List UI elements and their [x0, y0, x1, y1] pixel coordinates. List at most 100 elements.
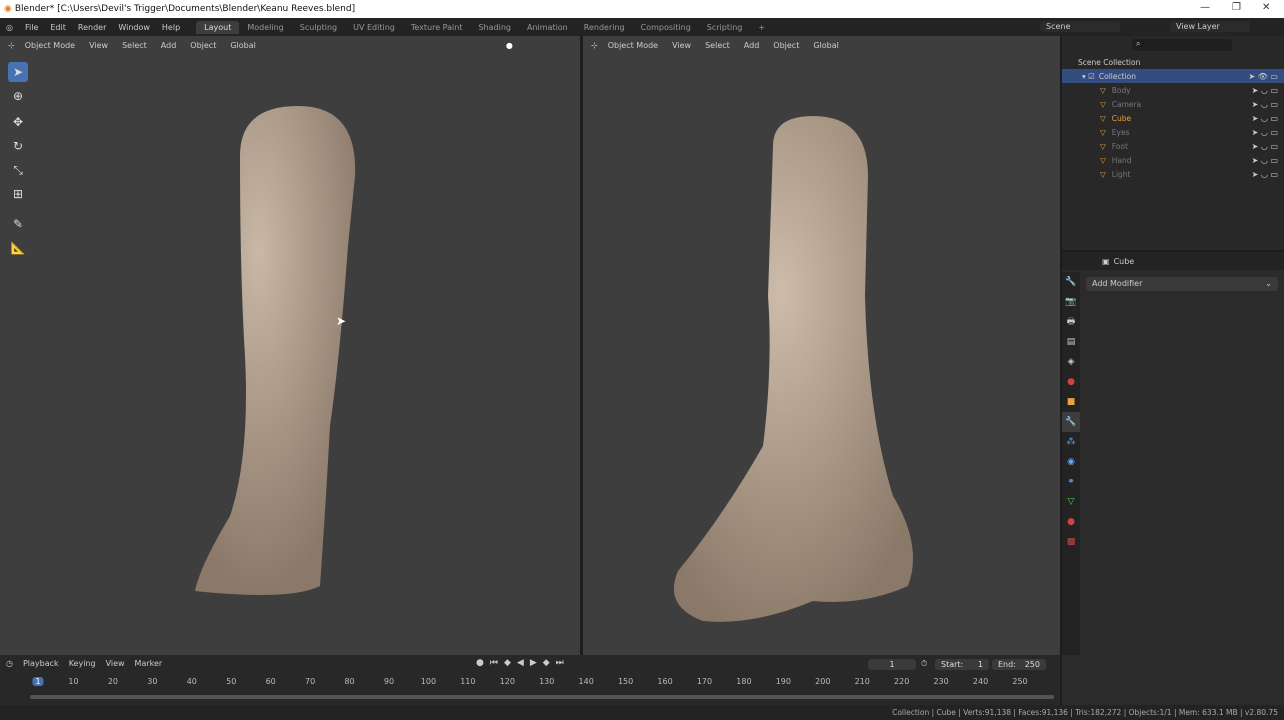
outliner-item[interactable]: ▽ Foot ➤ ◡ ▭	[1062, 139, 1284, 153]
visibility-icons[interactable]: ➤ 👁 ▭	[1248, 72, 1278, 81]
tab-uv-editing[interactable]: UV Editing	[345, 21, 403, 34]
outliner-item[interactable]: ▽ Cube ➤ ◡ ▭	[1062, 111, 1284, 125]
viewport-left[interactable]: ⊹ Object Mode View Select Add Object Glo…	[0, 36, 580, 655]
jump-start-button[interactable]: ⏮	[490, 658, 498, 668]
stopwatch-icon[interactable]: ⏱	[921, 659, 927, 669]
tool-tab-icon[interactable]: 🔧	[1062, 272, 1080, 292]
current-frame-marker[interactable]: 1	[32, 677, 44, 686]
output-tab-icon[interactable]: 🖶	[1062, 312, 1080, 332]
menu-render[interactable]: Render	[72, 23, 112, 32]
prev-keyframe-button[interactable]: ◆	[504, 658, 511, 668]
menu-view[interactable]: View	[106, 659, 125, 668]
menu-file[interactable]: File	[19, 23, 44, 32]
view-layer-tab-icon[interactable]: ▤	[1062, 332, 1080, 352]
minimize-button[interactable]: —	[1200, 2, 1210, 13]
start-frame-field[interactable]: Start: 1	[935, 659, 989, 670]
mode-dropdown[interactable]: Object Mode	[604, 40, 662, 51]
world-tab-icon[interactable]: ●	[1062, 372, 1080, 392]
end-frame-field[interactable]: End: 250	[992, 659, 1046, 670]
visibility-icons[interactable]: ➤ ◡ ▭	[1252, 114, 1278, 123]
visibility-icons[interactable]: ➤ ◡ ▭	[1252, 128, 1278, 137]
material-tab-icon[interactable]: ●	[1062, 512, 1080, 532]
select-tool-icon[interactable]: ➤	[8, 62, 28, 82]
tab-compositing[interactable]: Compositing	[633, 21, 699, 34]
texture-tab-icon[interactable]: ▩	[1062, 532, 1080, 552]
tab-sculpting[interactable]: Sculpting	[292, 21, 345, 34]
menu-object[interactable]: Object	[769, 40, 803, 51]
outliner-item[interactable]: ▽ Light ➤ ◡ ▭	[1062, 167, 1284, 181]
shading-solid-icon[interactable]: ●	[506, 41, 513, 50]
mesh-icon: ▽	[1100, 141, 1106, 151]
menu-window[interactable]: Window	[112, 23, 156, 32]
menu-keying[interactable]: Keying	[69, 659, 96, 668]
annotate-tool-icon[interactable]: ✎	[8, 214, 28, 234]
visibility-icons[interactable]: ➤ ◡ ▭	[1252, 156, 1278, 165]
record-button[interactable]: ●	[476, 658, 484, 668]
menu-edit[interactable]: Edit	[44, 23, 72, 32]
editor-type-icon[interactable]: ⊹	[8, 41, 15, 50]
orientation-dropdown[interactable]: Global	[226, 40, 260, 51]
constraints-tab-icon[interactable]: ⚭	[1062, 472, 1080, 492]
menu-add[interactable]: Add	[740, 40, 764, 51]
tab-texture-paint[interactable]: Texture Paint	[403, 21, 471, 34]
blender-menu-icon[interactable]: ◎	[0, 23, 19, 32]
outliner-item[interactable]: ▽ Eyes ➤ ◡ ▭	[1062, 125, 1284, 139]
outliner-item[interactable]: ▽ Body ➤ ◡ ▭	[1062, 83, 1284, 97]
scene-tab-icon[interactable]: ◈	[1062, 352, 1080, 372]
restore-button[interactable]: ❐	[1232, 2, 1241, 13]
tab-scripting[interactable]: Scripting	[699, 21, 751, 34]
view-layer-selector[interactable]: View Layer	[1170, 21, 1250, 32]
render-tab-icon[interactable]: 📷	[1062, 292, 1080, 312]
jump-end-button[interactable]: ⏭	[556, 658, 564, 668]
outliner-search-input[interactable]: ⌕	[1132, 39, 1232, 51]
tab-animation[interactable]: Animation	[519, 21, 576, 34]
play-reverse-button[interactable]: ◀	[517, 658, 524, 668]
close-button[interactable]: ✕	[1262, 2, 1270, 13]
editor-type-icon[interactable]: ⊹	[591, 41, 598, 50]
visibility-icons[interactable]: ➤ ◡ ▭	[1252, 170, 1278, 179]
rotate-tool-icon[interactable]: ↻	[8, 136, 28, 156]
collection-row[interactable]: ▾ ☑ Collection ➤ 👁 ▭	[1062, 69, 1284, 83]
menu-view[interactable]: View	[668, 40, 695, 51]
modifier-tab-icon[interactable]: 🔧	[1062, 412, 1080, 432]
measure-tool-icon[interactable]: 📐	[8, 238, 28, 258]
add-workspace-button[interactable]: +	[750, 21, 773, 34]
menu-view[interactable]: View	[85, 40, 112, 51]
menu-object[interactable]: Object	[186, 40, 220, 51]
editor-type-icon[interactable]: ◷	[6, 659, 13, 668]
transform-tool-icon[interactable]: ⊞	[8, 184, 28, 204]
menu-help[interactable]: Help	[156, 23, 186, 32]
add-modifier-dropdown[interactable]: Add Modifier ⌄	[1086, 277, 1278, 291]
foot-front-view	[673, 116, 913, 622]
outliner-item[interactable]: ▽ Camera ➤ ◡ ▭	[1062, 97, 1284, 111]
menu-select[interactable]: Select	[701, 40, 734, 51]
tab-layout[interactable]: Layout	[196, 20, 240, 34]
next-keyframe-button[interactable]: ◆	[543, 658, 550, 668]
viewport-right[interactable]: ⊹ Object Mode View Select Add Object Glo…	[583, 36, 1060, 655]
play-button[interactable]: ▶	[530, 658, 537, 668]
outliner-item[interactable]: ▽ Hand ➤ ◡ ▭	[1062, 153, 1284, 167]
timeline-scrollbar[interactable]	[30, 695, 1054, 699]
visibility-icons[interactable]: ➤ ◡ ▭	[1252, 100, 1278, 109]
menu-select[interactable]: Select	[118, 40, 151, 51]
scale-tool-icon[interactable]: ⤡	[8, 160, 28, 180]
visibility-icons[interactable]: ➤ ◡ ▭	[1252, 142, 1278, 151]
scene-collection-row[interactable]: Scene Collection	[1062, 55, 1284, 69]
data-tab-icon[interactable]: ▽	[1062, 492, 1080, 512]
menu-add[interactable]: Add	[157, 40, 181, 51]
tab-rendering[interactable]: Rendering	[576, 21, 633, 34]
physics-tab-icon[interactable]: ◉	[1062, 452, 1080, 472]
mode-dropdown[interactable]: Object Mode	[21, 40, 79, 51]
tab-modeling[interactable]: Modeling	[239, 21, 291, 34]
scene-selector[interactable]: Scene	[1040, 21, 1120, 32]
orientation-dropdown[interactable]: Global	[809, 40, 843, 51]
tab-shading[interactable]: Shading	[470, 21, 519, 34]
object-tab-icon[interactable]: ■	[1062, 392, 1080, 412]
visibility-icons[interactable]: ➤ ◡ ▭	[1252, 86, 1278, 95]
menu-playback[interactable]: Playback	[23, 659, 59, 668]
menu-marker[interactable]: Marker	[135, 659, 163, 668]
cursor-tool-icon[interactable]: ⊕	[8, 86, 28, 106]
move-tool-icon[interactable]: ✥	[8, 112, 28, 132]
current-frame-field[interactable]: 1	[868, 659, 916, 670]
particles-tab-icon[interactable]: ⁂	[1062, 432, 1080, 452]
